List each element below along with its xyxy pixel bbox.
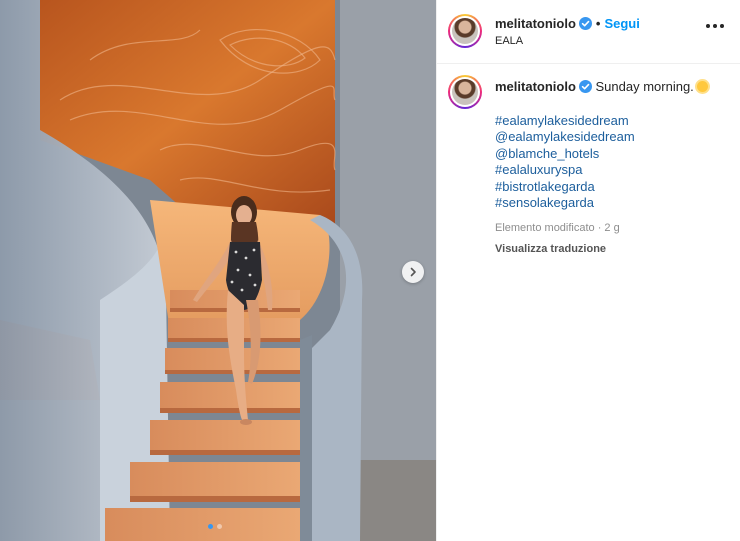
staircase-photo: [0, 0, 436, 541]
carousel-indicator: [208, 524, 222, 529]
header-user-line: melitatoniolo • Segui: [495, 16, 640, 31]
avatar-image: [452, 79, 478, 105]
post-header: melitatoniolo • Segui EALA: [437, 0, 740, 64]
avatar[interactable]: [448, 14, 482, 48]
next-photo-button[interactable]: [402, 261, 424, 283]
post-caption: melitatoniolo Sunday morning. #ealamylak…: [495, 79, 727, 258]
more-options-icon[interactable]: [706, 24, 724, 28]
avatar-image: [452, 18, 478, 44]
caption-username[interactable]: melitatoniolo: [495, 79, 576, 94]
caption-avatar[interactable]: [448, 75, 482, 109]
separator-dot: •: [595, 16, 601, 31]
location-link[interactable]: EALA: [495, 35, 523, 47]
username-link[interactable]: melitatoniolo: [495, 16, 576, 31]
translate-button[interactable]: Visualizza traduzione: [495, 241, 727, 258]
mention-link[interactable]: @blamche_hotels: [495, 146, 727, 163]
carousel-dot: [217, 524, 222, 529]
hashtag-link[interactable]: #ealamylakesidedream: [495, 113, 727, 130]
carousel-dot-active: [208, 524, 213, 529]
verified-badge-icon: [578, 17, 592, 30]
hashtag-link[interactable]: #ealaluxuryspa: [495, 162, 727, 179]
sun-emoji-icon: [696, 81, 708, 92]
post-photo[interactable]: [0, 0, 436, 541]
caption-text: Sunday morning.: [595, 79, 694, 94]
hashtag-list: #ealamylakesidedream @ealamylakesidedrea…: [495, 113, 727, 212]
hashtag-link[interactable]: #sensolakegarda: [495, 195, 727, 212]
edited-timestamp: Elemento modificato · 2 g: [495, 221, 620, 234]
mention-link[interactable]: @ealamylakesidedream: [495, 129, 727, 146]
chevron-right-icon: [410, 267, 416, 277]
follow-button[interactable]: Segui: [604, 16, 639, 31]
post-side-panel: melitatoniolo • Segui EALA melitatoniolo S…: [436, 0, 740, 541]
hashtag-link[interactable]: #bistrotlakegarda: [495, 179, 727, 196]
verified-badge-icon: [578, 80, 592, 93]
